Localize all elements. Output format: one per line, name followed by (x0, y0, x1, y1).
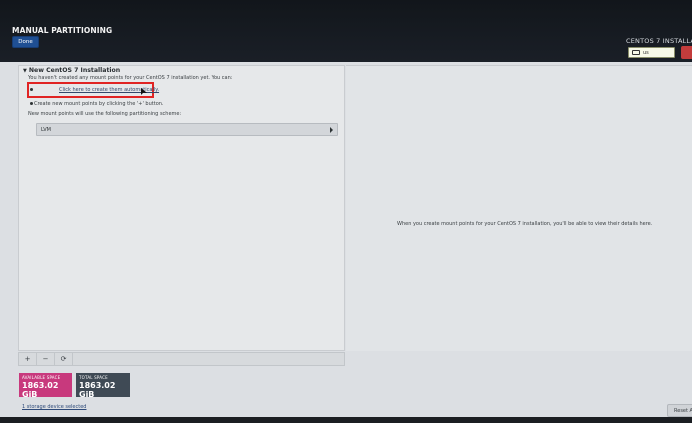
details-panel: When you create mount points for your Ce… (346, 65, 692, 351)
intro-text: You haven't created any mount points for… (28, 75, 233, 81)
available-space-box: AVAILABLE SPACE 1863.02 GiB (19, 373, 72, 399)
product-title: CENTOS 7 INSTALLA (626, 37, 692, 45)
bullet-icon (30, 88, 33, 91)
total-space-box: TOTAL SPACE 1863.02 GiB (76, 373, 130, 399)
reset-all-button[interactable]: Reset A (667, 404, 692, 417)
screen-bezel (0, 417, 692, 423)
keyboard-layout-label: us (643, 49, 649, 56)
details-placeholder-text: When you create mount points for your Ce… (397, 221, 653, 227)
page-title: MANUAL PARTITIONING (12, 26, 113, 35)
expander-triangle-icon: ▼ (23, 68, 27, 74)
mount-point-toolbar: + − ⟳ (18, 352, 345, 366)
total-space-value: 1863.02 GiB (79, 381, 116, 399)
installation-title: New CentOS 7 Installation (28, 67, 121, 74)
mount-points-panel: ▼ New CentOS 7 Installation You haven't c… (18, 65, 345, 351)
remove-mount-point-button[interactable]: − (37, 353, 55, 365)
scheme-label: New mount points will use the following … (28, 111, 182, 117)
refresh-button[interactable]: ⟳ (55, 353, 73, 365)
create-hint-text: Create new mount points by clicking the … (34, 101, 164, 107)
bullet-icon (30, 102, 33, 105)
dropdown-arrow-icon (330, 126, 333, 133)
keyboard-icon (632, 50, 640, 55)
add-mount-point-button[interactable]: + (19, 353, 37, 365)
keyboard-layout-button[interactable]: us (628, 47, 675, 58)
total-space-label: TOTAL SPACE (79, 375, 108, 380)
storage-device-link[interactable]: 1 storage device selected (22, 404, 86, 410)
available-space-label: AVAILABLE SPACE (22, 375, 61, 380)
scheme-value: LVM (41, 126, 51, 133)
installation-header[interactable]: ▼ New CentOS 7 Installation (23, 67, 120, 74)
done-button[interactable]: Done (12, 36, 39, 48)
help-button[interactable] (681, 46, 692, 59)
available-space-value: 1863.02 GiB (22, 381, 59, 399)
main-content: ▼ New CentOS 7 Installation You haven't c… (0, 62, 692, 423)
partition-scheme-dropdown[interactable]: LVM (36, 123, 338, 136)
top-header: MANUAL PARTITIONING Done CENTOS 7 INSTAL… (0, 0, 692, 62)
